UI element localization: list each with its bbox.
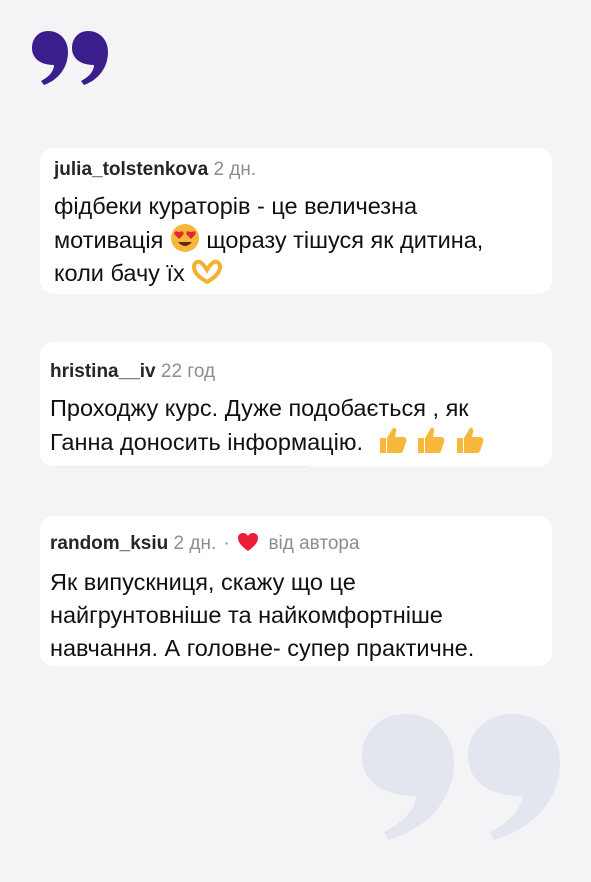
comment-time: 2 дн. (173, 533, 217, 554)
comment-card: random_ksiu 2 дн. · від автора Як випуск… (40, 516, 552, 666)
comment-meta: hristina__iv 22 год (50, 358, 540, 386)
comment-card: hristina__iv 22 год Проходжу курс. Дуже … (40, 342, 552, 467)
comment-username[interactable]: random_ksiu (50, 533, 168, 554)
comment-text: фідбеки кураторів - це величезна мотивац… (54, 190, 538, 290)
comment-text-line: коли бачу їх (54, 257, 538, 290)
comment-card: julia_tolstenkova 2 дн. фідбеки кураторі… (40, 148, 552, 294)
comment-text-fragment: Ганна доносить інформацію. (50, 429, 364, 455)
comment-text-fragment: коли бачу їх (54, 260, 185, 286)
comment-text-line: навчання. А головне- супер практичне. (50, 635, 475, 661)
heart-eyes-face-emoji (170, 224, 199, 252)
truncated-text-remnant (50, 460, 310, 467)
comment-time: 22 год (160, 361, 216, 382)
comment-meta: julia_tolstenkova 2 дн. (54, 156, 538, 184)
liked-by-author-label: від автора (268, 533, 360, 554)
comment-text: Як випускниця, скажу що це найгрунтовніш… (50, 566, 540, 665)
comment-text-line: мотивація щоразу тішуся як дитина, (54, 223, 538, 257)
comment-text-line: Як випускниця, скажу що це (50, 569, 356, 595)
comment-text: Проходжу курс. Дуже подобається , як Ган… (50, 392, 540, 459)
meta-separator: · (223, 533, 230, 554)
comment-text-line: Проходжу курс. Дуже подобається , як (50, 395, 469, 421)
thumbs-up-emoji (376, 427, 415, 455)
comment-text-line: фідбеки кураторів - це величезна (54, 193, 418, 219)
quote-mark-icon (32, 31, 108, 85)
heart-icon (238, 533, 259, 551)
comment-text-line: найгрунтовніше та найкомфортніше (50, 602, 443, 628)
comment-time: 2 дн. (213, 159, 257, 180)
heart-hands-emoji (192, 259, 223, 285)
thumbs-up-emoji (453, 427, 485, 455)
comment-username[interactable]: hristina__iv (50, 361, 156, 382)
thumbs-up-emoji (414, 427, 453, 455)
quote-mark-icon (362, 714, 560, 840)
comment-text-fragment: щоразу тішуся як дитина, (206, 227, 484, 253)
comment-username[interactable]: julia_tolstenkova (54, 159, 208, 180)
comment-text-fragment: мотивація (54, 227, 164, 253)
comment-text-line: Ганна доносить інформацію. (50, 425, 540, 459)
comment-meta: random_ksiu 2 дн. · від автора (50, 530, 540, 558)
